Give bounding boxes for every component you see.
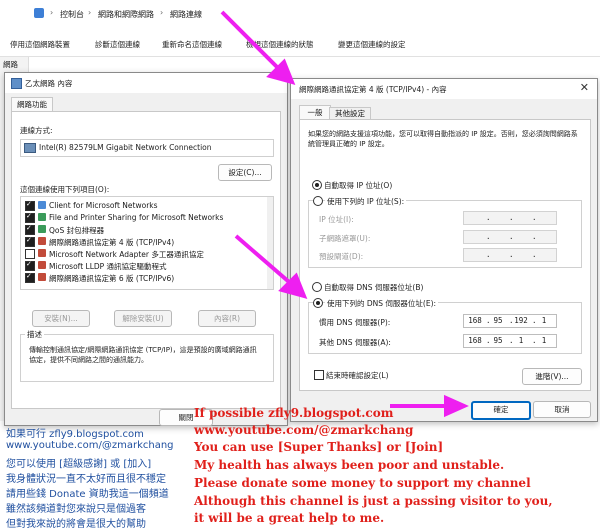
arrowhead-icon	[444, 394, 469, 418]
overlay-red-line: My health has always been poor and unsta…	[194, 458, 505, 472]
overlay-red-line: www.youtube.com/@zmarkchang	[194, 423, 414, 437]
overlay-blue-line: 如果可行 zfly9.blogspot.com	[6, 429, 144, 440]
overlay-blue-line: 我身體狀況一直不太好而且很不穩定	[6, 474, 166, 485]
overlay-blue-line: 您可以使用 [超級感謝] 或 [加入]	[6, 459, 152, 470]
overlay-red-line: it will be a great help to me.	[194, 511, 385, 525]
overlay-blue-line: www.youtube.com/@zmarkchang	[6, 440, 174, 451]
arrow-to-ipv4-title	[220, 10, 286, 76]
arrow-to-dns-option	[234, 234, 298, 290]
overlay-red-line: Although this channel is just a passing …	[194, 494, 553, 508]
overlay-blue-line: 雖然該頻道對您來說只是個過客	[6, 504, 146, 515]
overlay-blue-line: 但對我來說的將會是很大的幫助	[6, 519, 146, 530]
overlay-red-line: Please donate some money to support my c…	[194, 476, 531, 490]
overlay-red-line: If possible zfly9.blogspot.com	[194, 406, 394, 420]
overlay-blue-line: 請用些錢 Donate 資助我這一個頻道	[6, 489, 169, 500]
overlay-red-line: You can use [Super Thanks] or [Join]	[194, 440, 444, 454]
